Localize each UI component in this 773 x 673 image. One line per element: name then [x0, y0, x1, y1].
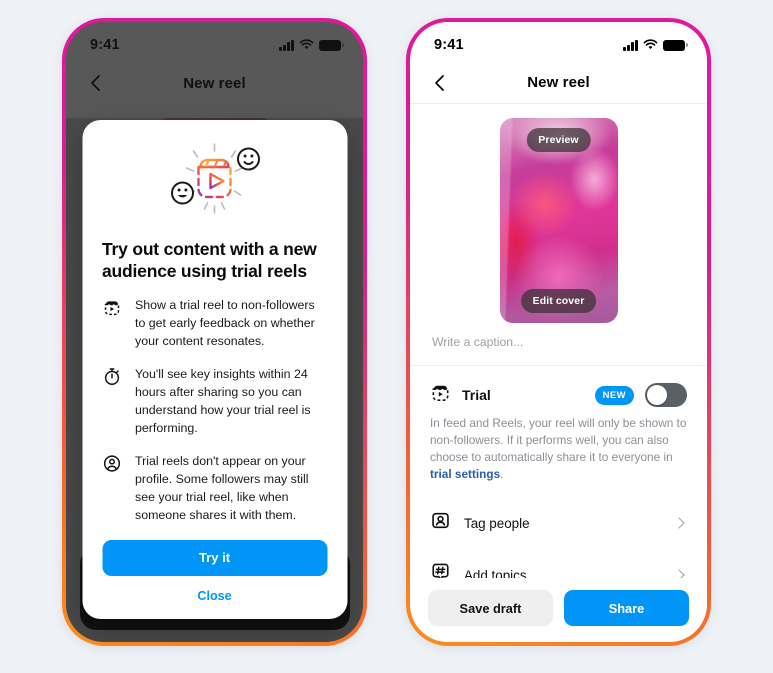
trial-description-text: In feed and Reels, your reel will only b…: [430, 416, 687, 465]
page-title: New reel: [527, 74, 590, 91]
reel-dashed-icon: [430, 382, 451, 408]
chevron-right-icon: [673, 517, 685, 530]
trial-reels-dialog: Try out content with a new audience usin…: [82, 120, 347, 619]
reel-cover-thumbnail[interactable]: Preview Edit cover: [499, 118, 618, 323]
toggle-knob: [647, 385, 667, 405]
trial-description: In feed and Reels, your reel will only b…: [410, 408, 707, 497]
caption-input[interactable]: Write a caption...: [410, 331, 707, 366]
trial-reels-illustration: [102, 136, 327, 228]
hashtag-icon: [430, 562, 451, 578]
feature-row: You'll see key insights within 24 hours …: [102, 366, 327, 438]
option-label: Add topics: [464, 567, 527, 578]
preview-button[interactable]: Preview: [526, 128, 591, 152]
chevron-right-icon: [673, 569, 685, 578]
battery-icon: [319, 39, 344, 51]
nav-bar-left: New reel: [66, 62, 363, 104]
trial-toggle-row: Trial NEW: [410, 366, 707, 408]
feature-text: Show a trial reel to non-followers to ge…: [135, 297, 315, 348]
compose-bottom-bar: Save draft Share: [410, 578, 707, 642]
wifi-icon: [643, 39, 658, 50]
status-icons: [279, 39, 344, 51]
option-row-tag-people[interactable]: Tag people: [410, 497, 707, 549]
page-title: New reel: [183, 74, 246, 92]
phone-left-screen: 9:41 New reel Try out content with a new…: [66, 22, 363, 642]
feature-text: Trial reels don't appear on your profile…: [135, 453, 309, 522]
status-bar-left: 9:41: [66, 22, 363, 62]
trial-settings-link[interactable]: trial settings: [430, 467, 500, 481]
phone-left: 9:41 New reel Try out content with a new…: [62, 18, 367, 646]
profile-circle-icon: [102, 453, 122, 525]
phone-right: 9:41 New reel Preview Edit cover Write a…: [406, 18, 711, 646]
wifi-icon: [299, 39, 314, 50]
cover-preview-section: Preview Edit cover: [410, 104, 707, 331]
status-bar-right: 9:41: [410, 22, 707, 62]
status-time: 9:41: [90, 37, 120, 53]
trial-label: Trial: [462, 387, 491, 403]
feature-row: Trial reels don't appear on your profile…: [102, 453, 327, 525]
compose-scroll-area[interactable]: Preview Edit cover Write a caption... Tr…: [410, 104, 707, 578]
share-button[interactable]: Share: [564, 590, 689, 626]
close-button[interactable]: Close: [102, 589, 327, 603]
reel-dashed-icon: [102, 297, 122, 351]
cellular-bars-icon: [623, 39, 638, 51]
cellular-bars-icon: [279, 39, 294, 51]
nav-bar-right: New reel: [410, 62, 707, 104]
battery-icon: [663, 39, 688, 51]
stopwatch-icon: [102, 366, 122, 438]
save-draft-button[interactable]: Save draft: [428, 590, 553, 626]
status-icons: [623, 39, 688, 51]
status-time: 9:41: [434, 37, 464, 53]
trial-toggle[interactable]: [645, 383, 687, 407]
feature-text: You'll see key insights within 24 hours …: [135, 366, 311, 435]
screenshot-stage: 9:41 New reel Try out content with a new…: [0, 0, 773, 673]
dialog-title: Try out content with a new audience usin…: [102, 239, 317, 282]
phone-right-screen: 9:41 New reel Preview Edit cover Write a…: [410, 22, 707, 642]
status-badge: NEW: [594, 385, 634, 405]
chevron-left-icon[interactable]: [430, 73, 450, 93]
feature-row: Show a trial reel to non-followers to ge…: [102, 297, 327, 351]
option-row-add-topics[interactable]: Add topics: [410, 549, 707, 578]
trial-description-suffix: .: [500, 467, 504, 482]
chevron-left-icon[interactable]: [86, 73, 106, 93]
tag-person-icon: [430, 510, 451, 536]
try-it-button[interactable]: Try it: [102, 539, 327, 576]
option-label: Tag people: [464, 515, 530, 531]
edit-cover-button[interactable]: Edit cover: [520, 289, 597, 313]
